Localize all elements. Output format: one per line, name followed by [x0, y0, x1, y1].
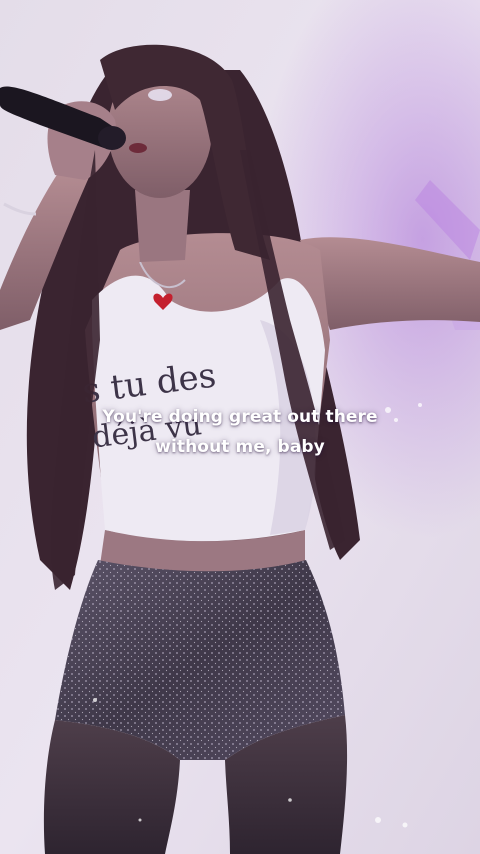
lips — [129, 143, 147, 153]
video-frame[interactable]: s tu des déjà vu You're doing great out … — [0, 0, 480, 854]
lyric-line-2: without me, baby — [155, 437, 325, 457]
eye-glitter — [148, 89, 172, 101]
microphone-grille — [98, 126, 126, 150]
lyric-caption: You're doing great out there without me,… — [0, 402, 480, 462]
lyric-line-1: You're doing great out there — [102, 407, 378, 427]
neck — [135, 190, 190, 262]
